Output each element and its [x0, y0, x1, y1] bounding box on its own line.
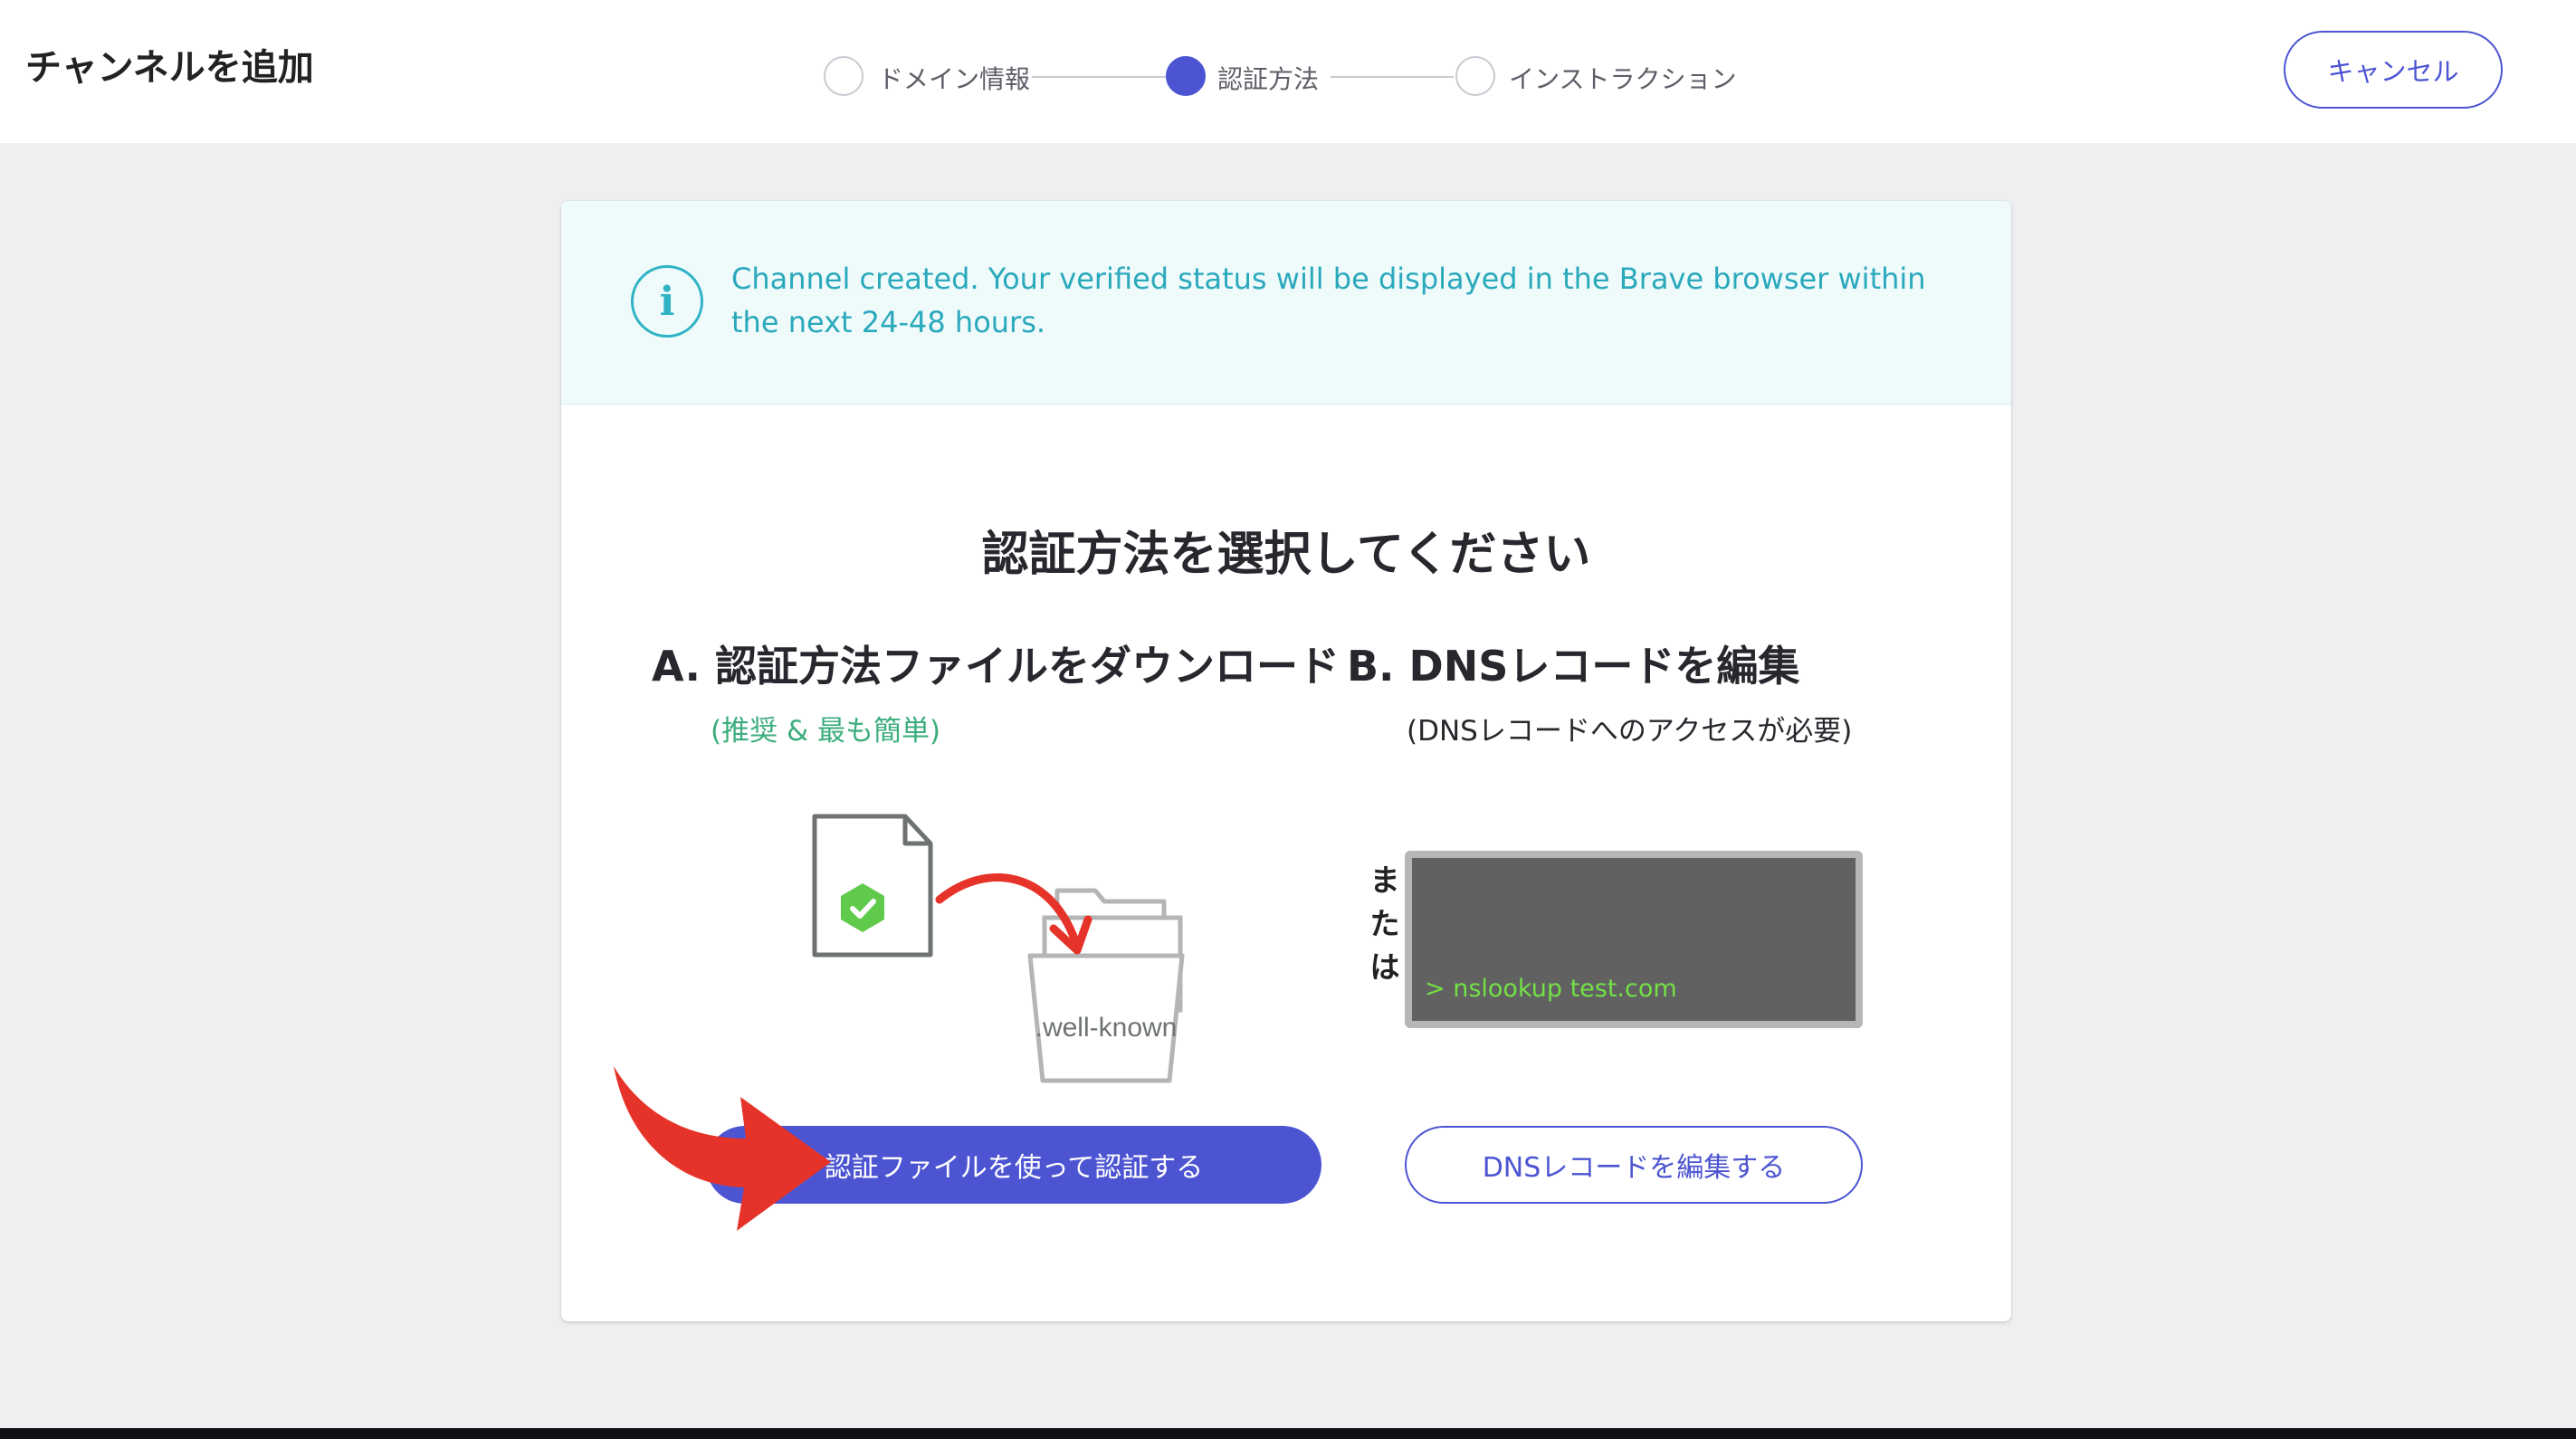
- step-1-indicator: [824, 56, 863, 96]
- option-a-subtitle: (推奨 & 最も簡単): [711, 715, 941, 748]
- or-divider-text: または: [1369, 862, 1400, 985]
- step-2-label: 認証方法: [1217, 64, 1320, 94]
- step-3-indicator: [1455, 56, 1495, 96]
- step-connector: [1032, 76, 1166, 78]
- header: チャンネルを追加 ドメイン情報 認証方法 インストラクション キャンセル: [0, 0, 2576, 143]
- folder-icon: .well-known: [1027, 888, 1185, 1083]
- step-2-indicator: [1166, 56, 1206, 96]
- section-heading: 認証方法を選択してください: [981, 528, 1591, 582]
- option-b-subtitle: (DNSレコードへのアクセスが必要): [1407, 715, 1853, 748]
- edit-dns-record-button[interactable]: DNSレコードを編集する: [1405, 1126, 1863, 1204]
- pointer-arrow-icon: [614, 1066, 831, 1231]
- step-connector: [1331, 76, 1454, 78]
- document-icon: [812, 814, 933, 958]
- terminal-command: > nslookup test.com: [1425, 975, 1677, 1003]
- step-3-label: インストラクション: [1509, 64, 1737, 94]
- option-a-heading: A. 認証方法ファイルをダウンロード: [652, 642, 1340, 691]
- info-banner: i Channel created. Your verified status …: [561, 201, 2011, 405]
- info-icon: i: [631, 265, 703, 338]
- page-title: チャンネルを追加: [25, 47, 314, 89]
- option-b-heading: B. DNSレコードを編集: [1347, 642, 1800, 691]
- cancel-button[interactable]: キャンセル: [2284, 31, 2503, 109]
- folder-label: .well-known: [1035, 1013, 1178, 1043]
- window-bottom-edge: [0, 1428, 2576, 1439]
- step-1-label: ドメイン情報: [878, 64, 1031, 94]
- terminal-illustration: > nslookup test.com: [1405, 851, 1863, 1028]
- info-banner-text: Channel created. Your verified status wi…: [731, 262, 1926, 339]
